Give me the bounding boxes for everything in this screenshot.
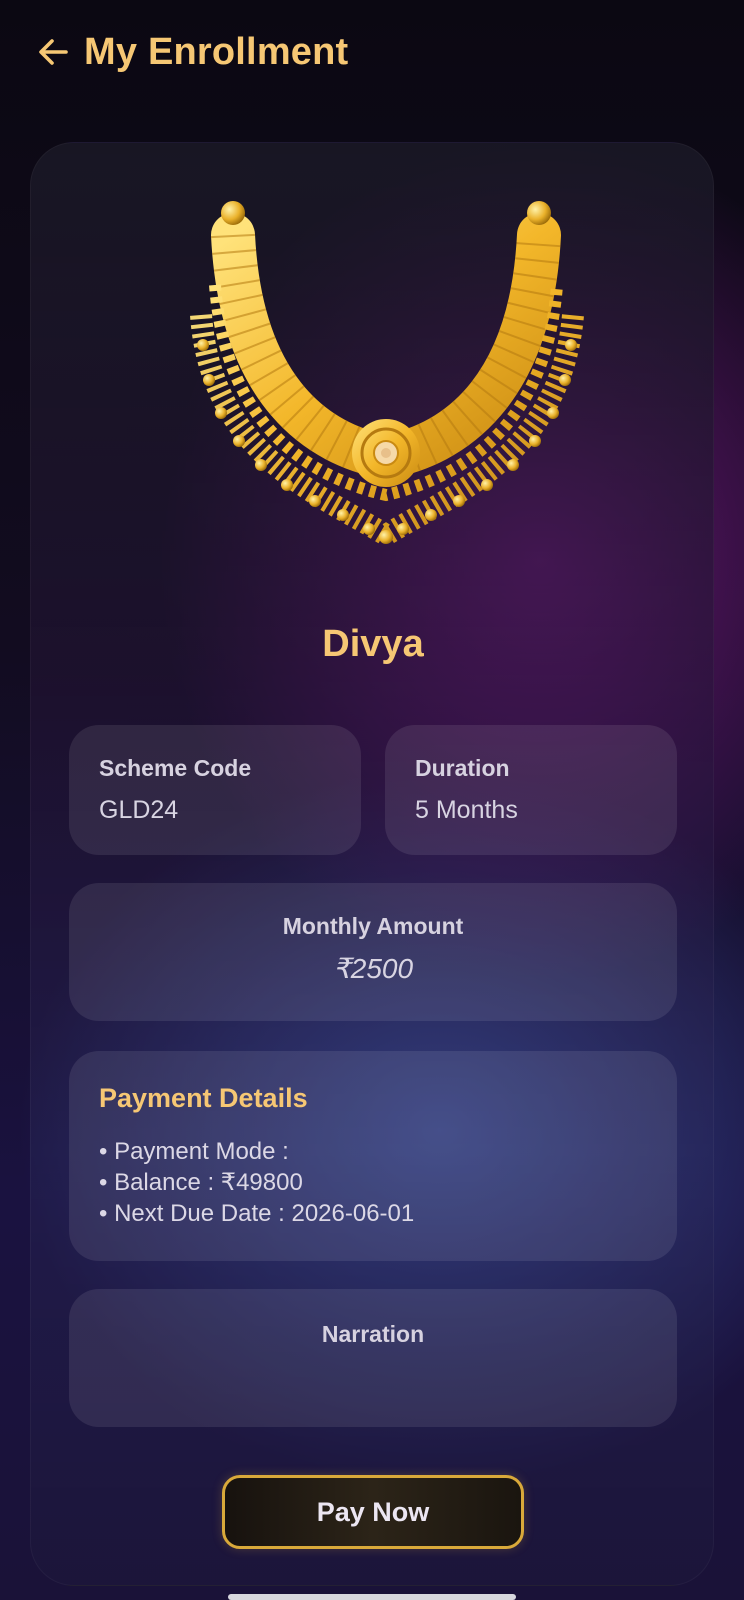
balance-line: • Balance : ₹49800 [99, 1169, 303, 1196]
scheme-code-box: Scheme Code GLD24 [69, 725, 361, 855]
duration-box: Duration 5 Months [385, 725, 677, 855]
monthly-amount-label: Monthly Amount [282, 913, 464, 939]
narration-label: Narration [321, 1321, 425, 1347]
next-due-date-line: • Next Due Date : 2026-06-01 [99, 1200, 415, 1227]
scheme-code-label: Scheme Code [99, 755, 252, 781]
pay-now-button[interactable]: Pay Now [222, 1475, 524, 1549]
arrow-left-icon [39, 39, 68, 65]
payment-mode-line: • Payment Mode : [99, 1138, 289, 1165]
app-header: My Enrollment [0, 0, 744, 104]
necklace-image [181, 195, 591, 555]
monthly-amount-value: ₹2500 [332, 953, 414, 984]
back-button[interactable] [36, 32, 76, 72]
home-indicator [228, 1594, 516, 1600]
monthly-amount-box: Monthly Amount ₹2500 [69, 883, 677, 1021]
duration-label: Duration [415, 755, 510, 781]
scheme-code-value: GLD24 [99, 796, 179, 824]
duration-value: 5 Months [415, 796, 518, 824]
customer-name: Divya [322, 623, 424, 665]
payment-details-title: Payment Details [99, 1083, 308, 1113]
enrollment-card: Divya Scheme Code GLD24 Duration 5 Month… [30, 142, 714, 1586]
narration-box: Narration [69, 1289, 677, 1427]
page-title: My Enrollment [84, 30, 349, 73]
payment-details-box: Payment Details • Payment Mode : • Balan… [69, 1051, 677, 1261]
